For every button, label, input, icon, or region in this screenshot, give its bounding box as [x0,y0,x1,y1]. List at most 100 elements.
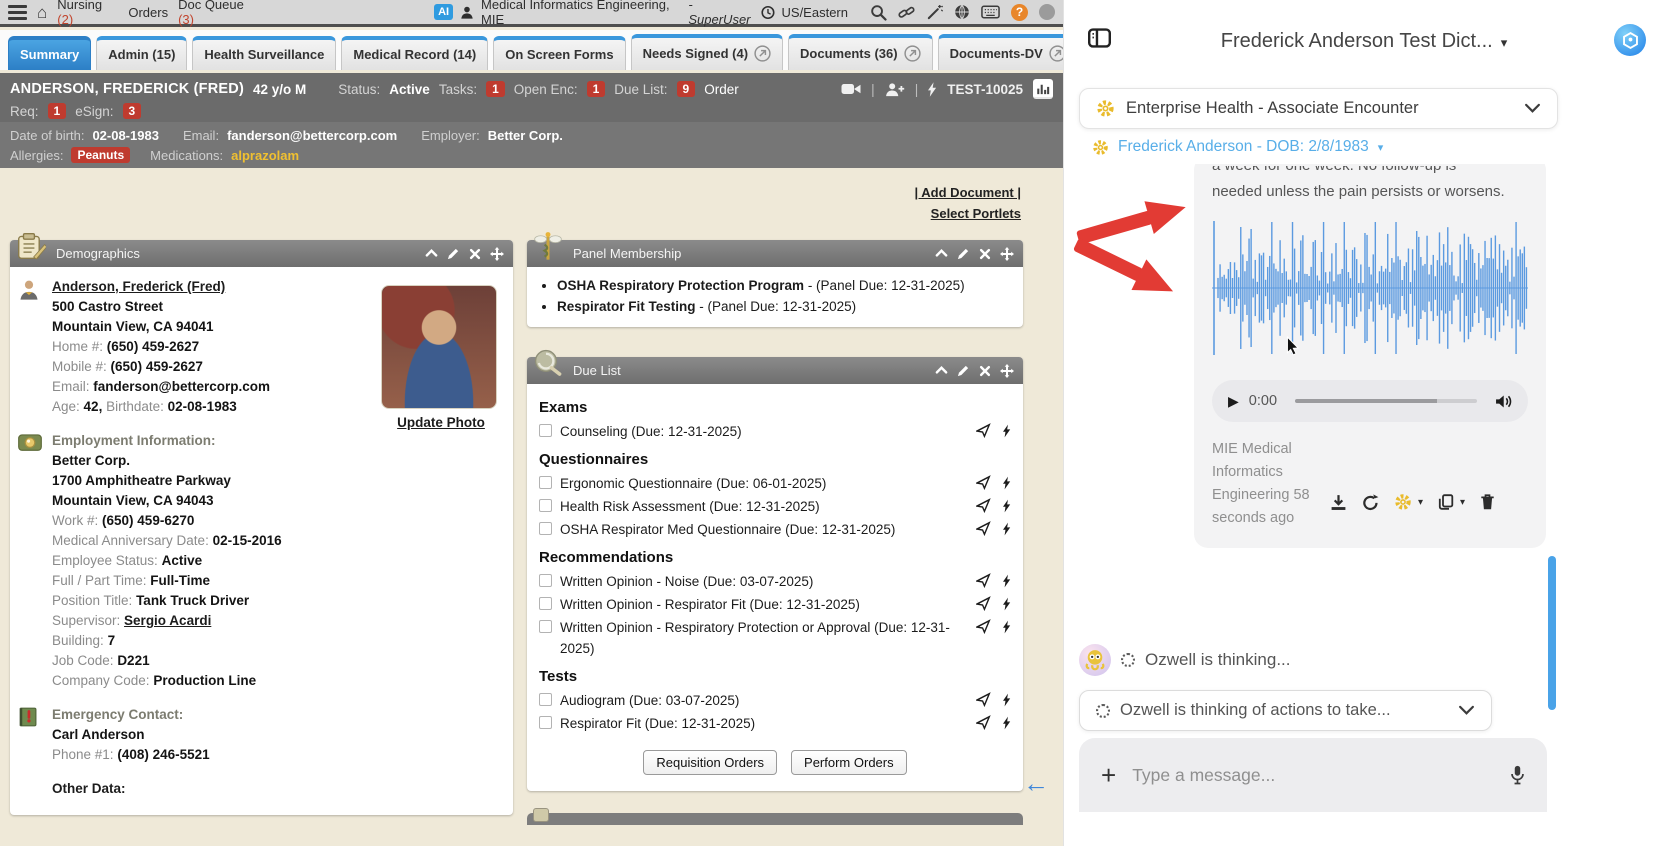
open-in-new-icon[interactable] [904,45,921,62]
nav-orders[interactable]: Orders [128,5,168,20]
patient-context-selector[interactable]: Frederick Anderson - DOB: 2/8/1983 ▾ [1092,138,1383,156]
caret-down-icon[interactable]: ▾ [1418,497,1423,508]
bolt-icon[interactable] [1003,620,1011,634]
wand-icon[interactable] [926,4,943,21]
bolt-icon[interactable] [1003,574,1011,588]
tasks-badge[interactable]: 1 [486,81,505,97]
play-button[interactable]: ▶ [1228,393,1239,410]
bolt-icon[interactable] [1003,476,1011,490]
send-plane-icon[interactable] [976,715,991,730]
supervisor-link[interactable]: Sergio Acardi [124,613,211,628]
close-icon[interactable] [979,365,991,377]
tab-documents[interactable]: Documents (36) [788,34,933,70]
ozwell-logo[interactable] [1614,24,1646,56]
send-plane-icon[interactable] [976,596,991,611]
copy-icon[interactable] [1438,494,1454,510]
bolt-icon[interactable] [1003,597,1011,611]
volume-icon[interactable] [1495,394,1512,409]
collapse-icon[interactable] [425,247,438,260]
audio-waveform[interactable] [1212,219,1528,357]
send-plane-icon[interactable] [976,692,991,707]
send-plane-icon[interactable] [976,521,991,536]
tab-health-surveillance[interactable]: Health Surveillance [192,36,336,70]
edit-icon[interactable] [957,247,970,260]
send-plane-icon[interactable] [976,619,991,634]
chat-scrollbar[interactable] [1548,556,1556,710]
bolt-icon[interactable] [1003,693,1011,707]
seek-slider[interactable] [1295,399,1477,403]
collapse-icon[interactable] [935,247,948,260]
bolt-icon[interactable] [1003,424,1011,438]
move-icon[interactable] [490,247,504,261]
chat-scroll-region[interactable]: a week for one week. No follow-up is nee… [1064,164,1663,646]
chart-stats-button[interactable] [1033,79,1053,99]
caret-down-icon[interactable]: ▾ [1460,497,1465,508]
timezone-label[interactable]: US/Eastern [782,5,848,20]
video-visit-icon[interactable] [841,82,861,96]
close-icon[interactable] [469,248,481,260]
tab-documents-dv[interactable]: Documents-DV [938,34,1078,70]
bolt-icon[interactable] [928,82,937,97]
add-person-icon[interactable] [885,82,905,97]
medication-value[interactable]: alprazolam [231,148,299,163]
due-list-badge[interactable]: 9 [677,81,696,97]
help-icon[interactable]: ? [1011,4,1028,21]
due-item-checkbox[interactable] [539,620,552,633]
chart-id[interactable]: TEST-10025 [947,82,1023,97]
download-icon[interactable] [1330,494,1347,511]
refresh-icon[interactable] [1362,494,1379,511]
message-input[interactable] [1132,765,1494,786]
due-item-checkbox[interactable] [539,522,552,535]
collapse-chat-arrow[interactable]: ← [1023,768,1049,799]
keyboard-icon[interactable] [981,5,1000,19]
due-item-checkbox[interactable] [539,693,552,706]
close-icon[interactable] [979,248,991,260]
perform-orders-button[interactable]: Perform Orders [791,750,907,775]
collapse-icon[interactable] [935,364,948,377]
update-photo-link[interactable]: Update Photo [397,415,485,430]
tab-needs-signed[interactable]: Needs Signed (4) [631,34,783,70]
due-item-checkbox[interactable] [539,476,552,489]
open-enc-badge[interactable]: 1 [587,81,606,97]
req-badge[interactable]: 1 [48,103,67,119]
home-icon[interactable]: ⌂ [37,4,47,21]
globe-icon[interactable] [954,4,970,20]
move-icon[interactable] [1000,247,1014,261]
allergy-badge[interactable]: Peanuts [71,147,130,163]
add-document-link[interactable]: | Add Document | [915,182,1021,203]
patient-name-link[interactable]: Anderson, Frederick (Fred) [52,279,225,294]
patient-name[interactable]: ANDERSON, FREDERICK (FRED) [10,81,244,97]
move-icon[interactable] [1000,364,1014,378]
send-plane-icon[interactable] [976,423,991,438]
bolt-icon[interactable] [1003,499,1011,513]
esign-badge[interactable]: 3 [123,103,142,119]
nav-doc-queue[interactable]: Doc Queue (3) [178,0,259,27]
encounter-selector[interactable]: Enterprise Health - Associate Encounter [1079,88,1558,129]
actions-expander[interactable]: Ozwell is thinking of actions to take... [1079,690,1492,731]
due-item-checkbox[interactable] [539,499,552,512]
edit-icon[interactable] [447,247,460,260]
requisition-orders-button[interactable]: Requisition Orders [643,750,777,775]
due-item-checkbox[interactable] [539,597,552,610]
gear-flower-icon[interactable] [1394,493,1412,511]
send-plane-icon[interactable] [976,498,991,513]
tab-summary[interactable]: Summary [8,36,91,70]
avatar[interactable] [1039,4,1055,20]
send-plane-icon[interactable] [976,573,991,588]
due-item-checkbox[interactable] [539,574,552,587]
conversation-title[interactable]: Frederick Anderson Test Dict...▾ [1144,30,1584,53]
ai-badge[interactable]: AI [434,4,453,20]
link-icon[interactable] [898,4,915,21]
microphone-icon[interactable] [1510,765,1525,785]
select-portlets-link[interactable]: Select Portlets [915,203,1021,224]
sidebar-toggle-icon[interactable] [1088,28,1111,48]
due-item-checkbox[interactable] [539,716,552,729]
tab-admin[interactable]: Admin (15) [96,36,187,70]
edit-icon[interactable] [957,364,970,377]
open-in-new-icon[interactable] [754,45,771,62]
search-icon[interactable] [870,4,887,21]
attach-plus-button[interactable]: + [1101,762,1116,788]
bolt-icon[interactable] [1003,522,1011,536]
nav-nursing[interactable]: Nursing (2) [57,0,118,27]
send-plane-icon[interactable] [976,475,991,490]
